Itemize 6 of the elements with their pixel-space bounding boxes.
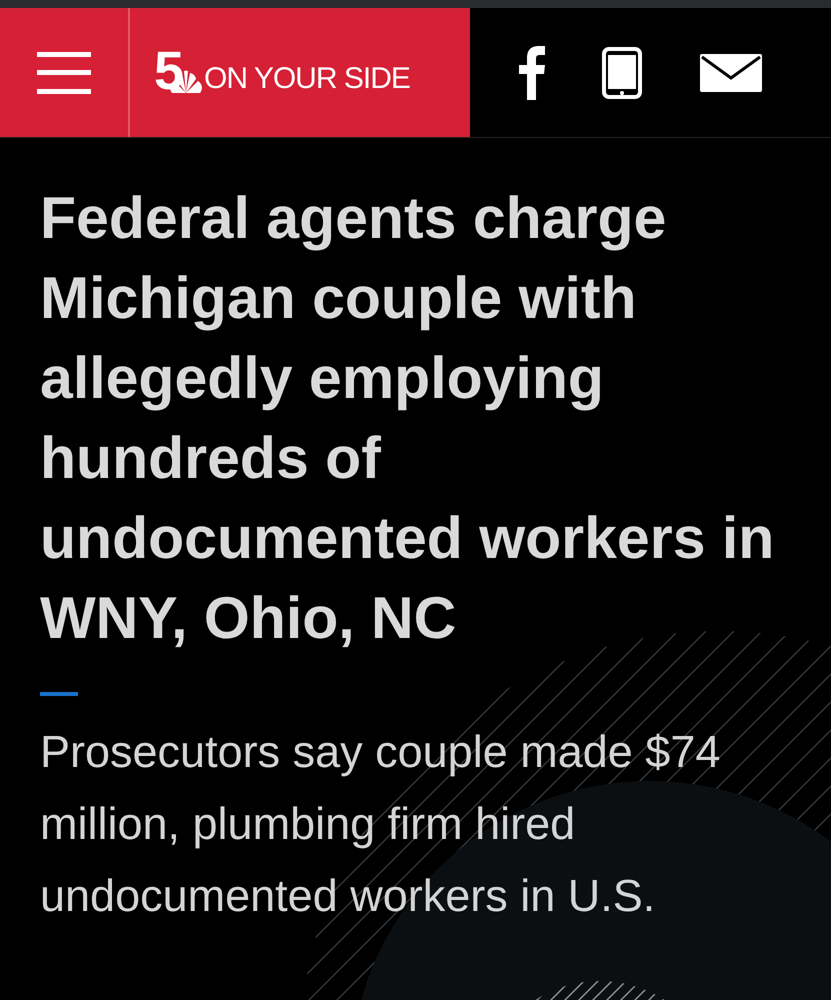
menu-icon [37,52,91,94]
facebook-icon[interactable] [518,46,545,100]
phone-icon[interactable] [602,46,642,98]
article-subheadline: Prosecutors say couple made $74 million, plumbing firm hired undocumented workers in U.S. [40,725,722,923]
email-icon[interactable] [700,54,762,92]
article-headline: Federal agents charge Michigan couple with allegedly employing hundreds of undocumented workers in WNY, Ohio, NC [40,184,776,653]
